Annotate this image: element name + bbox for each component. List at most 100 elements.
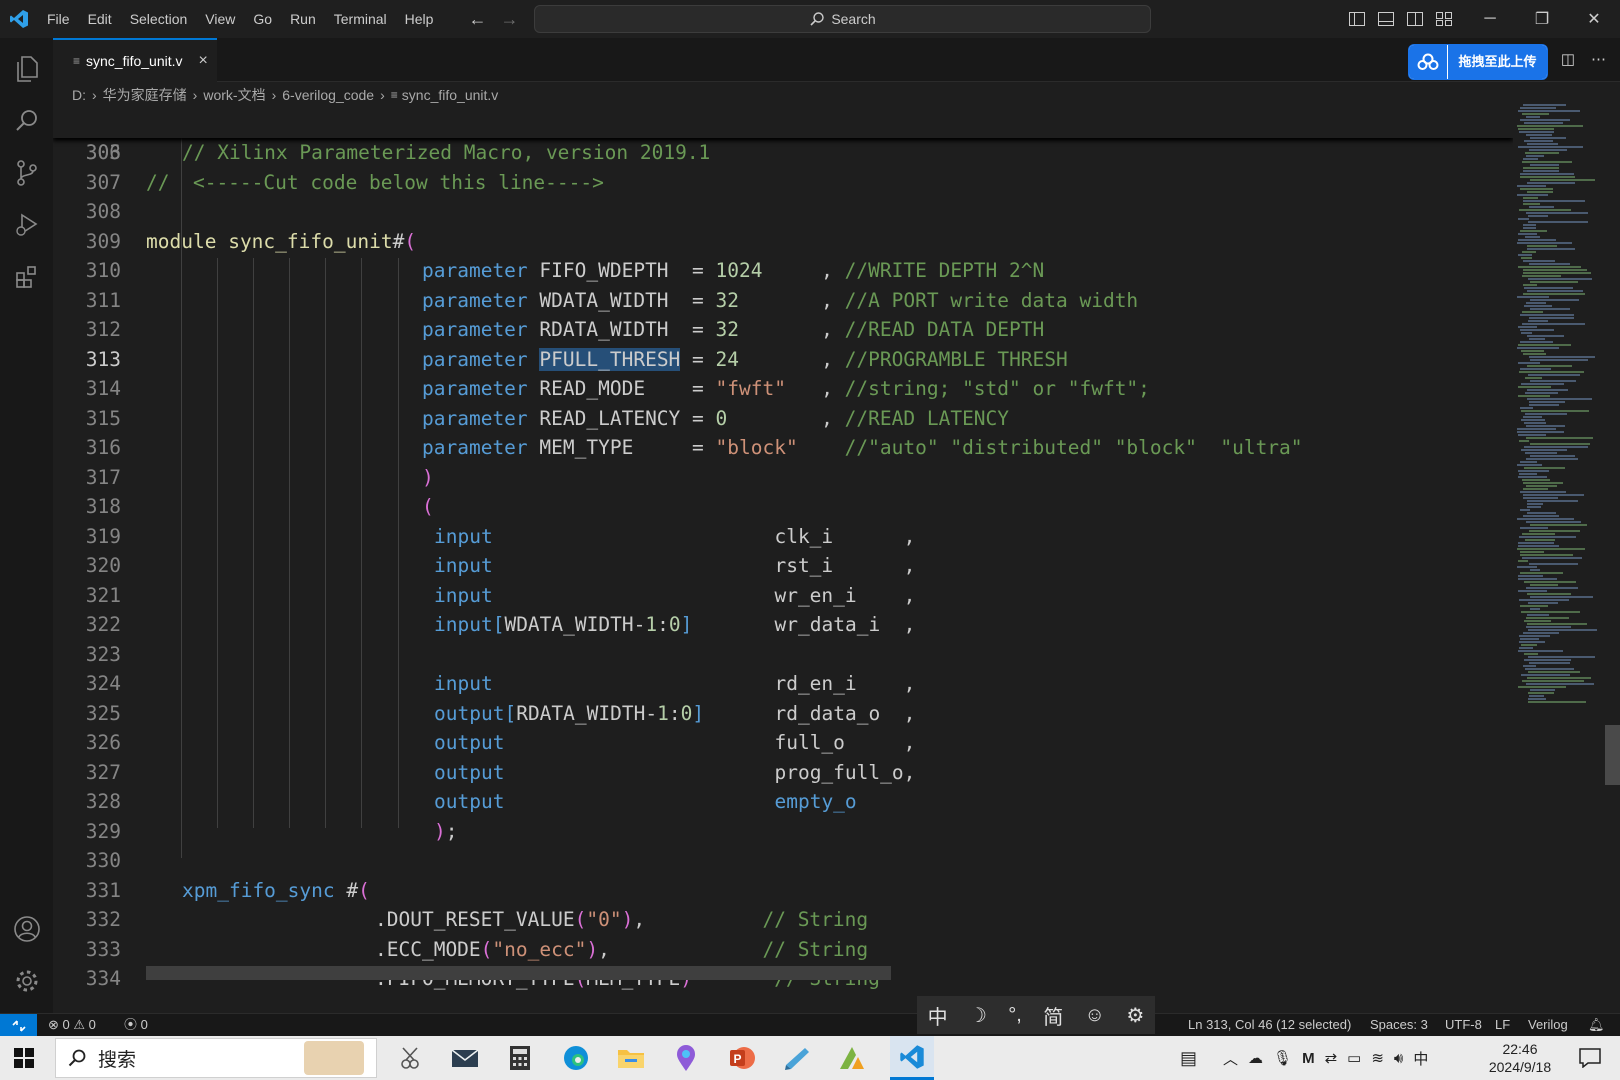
customize-layout-icon[interactable] [1429, 0, 1458, 38]
toggle-primary-sidebar-icon[interactable] [1342, 0, 1371, 38]
ime-punctuation-icon[interactable]: °, [1008, 1004, 1022, 1027]
indentation[interactable]: Spaces: 3 [1370, 1014, 1428, 1036]
code-line-324[interactable]: 324 input rd_en_i , [53, 669, 1513, 699]
command-search-box[interactable]: Search [534, 5, 1151, 33]
code-line-313[interactable]: 313 parameter PFULL_THRESH = 24 , //PROGR… [53, 345, 1513, 375]
maps-pin-icon[interactable] [670, 1042, 702, 1074]
restore-icon[interactable]: ❐ [1516, 0, 1568, 38]
extensions-icon[interactable] [0, 252, 53, 302]
code-line-311[interactable]: 311 parameter WDATA_WIDTH = 32 , //A PORT… [53, 286, 1513, 316]
menu-terminal[interactable]: Terminal [325, 0, 396, 38]
toggle-secondary-sidebar-icon[interactable] [1400, 0, 1429, 38]
code-line-316[interactable]: 316 parameter MEM_TYPE = "block" //"auto"… [53, 433, 1513, 463]
ime-settings-icon[interactable]: ⚙ [1126, 1003, 1144, 1028]
taskbar-search-box[interactable]: 搜索 [55, 1038, 377, 1078]
menu-edit[interactable]: Edit [79, 0, 121, 38]
code-line-314[interactable]: 314 parameter READ_MODE = "fwft" , //stri… [53, 374, 1513, 404]
code-line-326[interactable]: 326 output full_o , [53, 728, 1513, 758]
edge-browser-icon[interactable] [560, 1042, 592, 1074]
code-line-330[interactable]: 330 [53, 846, 1513, 876]
forward-arrow-icon[interactable]: → [500, 9, 518, 30]
vertical-scrollbar-thumb[interactable] [1605, 725, 1620, 785]
app-tray-icon[interactable]: M [1302, 1050, 1315, 1067]
battery-icon[interactable]: ▭ [1347, 1049, 1361, 1067]
code-line-328[interactable]: 328 output empty_o [53, 787, 1513, 817]
run-and-debug-icon[interactable] [0, 200, 53, 250]
notification-center-icon[interactable] [1574, 1042, 1606, 1074]
wifi-icon[interactable]: ≋ [1371, 1049, 1384, 1067]
menu-go[interactable]: Go [244, 0, 281, 38]
menu-file[interactable]: File [38, 0, 79, 38]
network-sync-icon[interactable]: ⇄ [1325, 1049, 1338, 1067]
code-line-315[interactable]: 315 parameter READ_LATENCY = 0 , //READ L… [53, 404, 1513, 434]
ime-chinese-mode[interactable]: 中 [928, 1001, 948, 1030]
encoding[interactable]: UTF-8 [1445, 1014, 1482, 1036]
remote-indicator-icon[interactable] [0, 1014, 37, 1037]
upload-drop-badge[interactable]: 拖拽至此上传 [1408, 44, 1548, 80]
code-line-323[interactable]: 323 [53, 640, 1513, 670]
code-line-332[interactable]: 332 .DOUT_RESET_VALUE("0"), // String [53, 905, 1513, 935]
vivado-icon[interactable] [836, 1042, 868, 1074]
accounts-icon[interactable] [0, 904, 53, 954]
taskbar-clock[interactable]: 22:46 2024/9/18 [1480, 1040, 1560, 1076]
more-actions-icon[interactable]: ⋯ [1591, 50, 1606, 68]
code-line-319[interactable]: 319 input clk_i , [53, 522, 1513, 552]
ime-emoji-icon[interactable]: ☺ [1085, 1004, 1105, 1027]
news-widget-icon[interactable]: ▤ [1180, 1048, 1197, 1069]
ime-moon-icon[interactable]: ☽ [969, 1003, 987, 1028]
code-line-312[interactable]: 312 parameter RDATA_WIDTH = 32 , //READ D… [53, 315, 1513, 345]
code-line-321[interactable]: 321 input wr_en_i , [53, 581, 1513, 611]
calculator-icon[interactable] [504, 1042, 536, 1074]
close-tab-icon[interactable]: × [199, 52, 208, 70]
minimap[interactable] [1513, 100, 1608, 1013]
search-icon[interactable] [0, 96, 53, 146]
ports-indicator[interactable]: ⦿ 0 [124, 1014, 148, 1036]
menu-selection[interactable]: Selection [121, 0, 197, 38]
pad-app-icon[interactable] [781, 1042, 813, 1074]
code-line-317[interactable]: 317) [53, 463, 1513, 493]
problems-indicator[interactable]: ⊗ 0 ⚠ 0 [48, 1014, 96, 1036]
code-line-308[interactable]: 308 [53, 197, 1513, 227]
menu-run[interactable]: Run [281, 0, 325, 38]
onedrive-cloud-icon[interactable]: ☁ [1248, 1049, 1263, 1067]
language-mode[interactable]: Verilog [1528, 1014, 1568, 1036]
code-line-325[interactable]: 325 output[RDATA_WIDTH-1:0] rd_data_o , [53, 699, 1513, 729]
back-arrow-icon[interactable]: ← [468, 9, 486, 30]
chevron-up-icon[interactable]: ︿ [1223, 1048, 1238, 1069]
breadcrumb-drive[interactable]: D: [72, 87, 86, 103]
volume-icon[interactable]: 🔊︎ [1394, 1050, 1403, 1067]
breadcrumb-folder-storage[interactable]: 华为家庭存储 [103, 85, 187, 105]
code-line-329[interactable]: 329); [53, 817, 1513, 847]
powerpoint-icon[interactable]: P [726, 1042, 758, 1074]
cursor-position[interactable]: Ln 313, Col 46 (12 selected) [1188, 1014, 1351, 1036]
code-line-333[interactable]: 333 .ECC_MODE("no_ecc"), // String [53, 935, 1513, 965]
windows-start-icon[interactable] [14, 1048, 34, 1068]
close-window-icon[interactable]: ✕ [1568, 0, 1620, 38]
menu-view[interactable]: View [196, 0, 244, 38]
sticky-scroll-line[interactable]: 303 // <-----Cut code below this line---… [53, 108, 1513, 194]
code-editor[interactable]: 303 // <-----Cut code below this line---… [53, 108, 1513, 1013]
mail-icon[interactable] [449, 1042, 481, 1074]
vscode-taskbar-icon[interactable] [890, 1036, 934, 1080]
manage-gear-icon[interactable] [0, 956, 53, 1006]
code-line-327[interactable]: 327 output prog_full_o, [53, 758, 1513, 788]
breadcrumb-folder-work[interactable]: work-文档 [203, 85, 265, 105]
breadcrumb-folder-verilog[interactable]: 6-verilog_code [282, 87, 374, 103]
code-line-318[interactable]: 318 ( [53, 492, 1513, 522]
code-line-306[interactable]: 306// Xilinx Parameterized Macro, versio… [53, 138, 1513, 168]
ime-simplified-mode[interactable]: 简 [1043, 1001, 1063, 1030]
microphone-icon[interactable]: 🎙︎ [1273, 1049, 1292, 1067]
end-of-line[interactable]: LF [1495, 1014, 1510, 1036]
code-line-320[interactable]: 320 input rst_i , [53, 551, 1513, 581]
minimize-icon[interactable]: ─ [1464, 0, 1516, 38]
code-line-331[interactable]: 331 xpm_fifo_sync #( [53, 876, 1513, 906]
toggle-panel-icon[interactable] [1371, 0, 1400, 38]
tab-sync-fifo-unit[interactable]: ≡ sync_fifo_unit.v × [53, 38, 217, 82]
notifications-bell-icon[interactable]: 🔔︎ [1588, 1014, 1605, 1036]
code-line-310[interactable]: 310 parameter FIFO_WDEPTH = 1024 , //WRIT… [53, 256, 1513, 286]
input-method-indicator[interactable]: 中 [1413, 1048, 1428, 1069]
code-line-309[interactable]: 309 module sync_fifo_unit#( [53, 227, 1513, 257]
file-explorer-icon[interactable] [615, 1042, 647, 1074]
source-control-icon[interactable] [0, 148, 53, 198]
snipping-tool-icon[interactable] [394, 1042, 426, 1074]
